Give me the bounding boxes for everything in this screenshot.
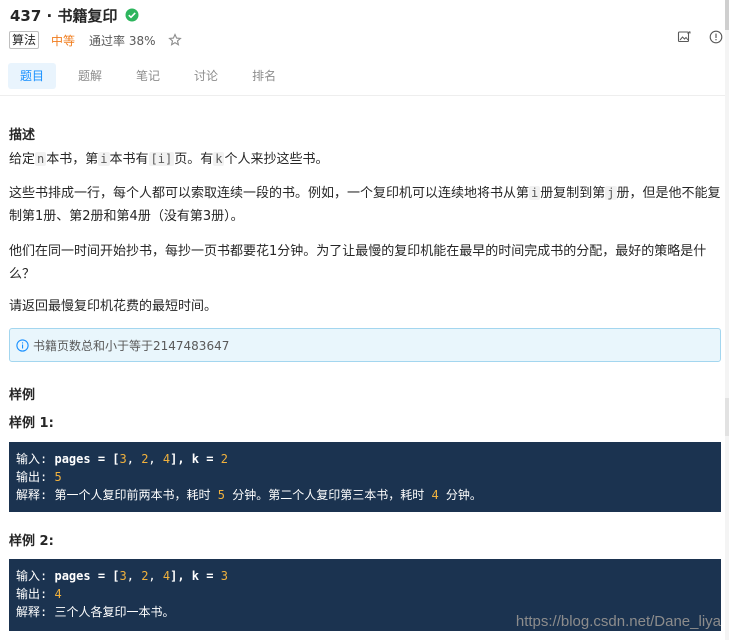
explain-text: 三个人各复印一本书。 bbox=[54, 605, 175, 619]
scrollbar-marker bbox=[725, 398, 729, 436]
watermark: https://blog.csdn.net/Dane_liya bbox=[515, 613, 721, 630]
description-paragraph-2: 这些书排成一行，每个人都可以索取连续一段的书。例如，一个复印机可以连续地将书从第… bbox=[9, 182, 721, 228]
category-tag[interactable]: 算法 bbox=[9, 31, 40, 49]
tab-problem[interactable]: 题目 bbox=[8, 63, 57, 89]
pass-rate: 通过率 38% bbox=[89, 33, 156, 48]
explain-text: 分钟。 bbox=[445, 488, 482, 502]
inline-code: i bbox=[529, 186, 541, 200]
scrollbar-track[interactable] bbox=[725, 0, 729, 640]
constraint-text: 书籍页数总和小于等于2147483647 bbox=[33, 338, 230, 353]
info-icon bbox=[16, 338, 29, 352]
sample-1-input-line: 输入: pages = [3, 2, 4], k = 2 bbox=[16, 452, 228, 466]
samples-heading: 样例 bbox=[9, 388, 36, 403]
number: 2 bbox=[141, 452, 149, 466]
inline-code: j bbox=[605, 186, 617, 200]
sample-2-heading: 样例 2: bbox=[9, 534, 54, 549]
inline-code: [i] bbox=[148, 152, 175, 166]
description-paragraph-3: 他们在同一时间开始抄书，每抄一页书都要花1分钟。为了让最慢的复印机能在最早的时间… bbox=[9, 244, 707, 282]
description-heading: 描述 bbox=[9, 128, 36, 143]
number: 3 bbox=[220, 569, 228, 583]
header-actions bbox=[659, 30, 723, 44]
star-icon[interactable] bbox=[167, 33, 182, 47]
explain-label: 解释: bbox=[16, 488, 48, 502]
text: 本书有 bbox=[109, 152, 149, 167]
input-code: ], k = bbox=[170, 569, 221, 583]
text: 页。有 bbox=[174, 152, 214, 167]
text: 给定 bbox=[9, 152, 36, 167]
problem-title: 437 · 书籍复印 bbox=[10, 6, 118, 25]
tab-discussion[interactable]: 讨论 bbox=[182, 63, 230, 89]
text: 个人来抄这些书。 bbox=[224, 152, 329, 167]
number: 3 bbox=[119, 569, 127, 583]
description-paragraph-4: 请返回最慢复印机花费的最短时间。 bbox=[9, 299, 218, 314]
text: 这些书排成一行，每个人都可以索取连续一段的书。例如，一个复印机可以连续地将书从第 bbox=[9, 186, 530, 201]
solved-check-icon bbox=[125, 8, 139, 22]
number: 4 bbox=[54, 587, 62, 601]
input-label: 输入: bbox=[16, 569, 48, 583]
sample-1-heading: 样例 1: bbox=[9, 416, 54, 431]
tab-solutions[interactable]: 题解 bbox=[66, 63, 114, 89]
number: 3 bbox=[119, 452, 127, 466]
inline-code: n bbox=[35, 152, 47, 166]
inline-code: k bbox=[213, 152, 225, 166]
tab-notes[interactable]: 笔记 bbox=[124, 63, 172, 89]
title-row: 437 · 书籍复印 bbox=[10, 4, 139, 26]
input-label: 输入: bbox=[16, 452, 48, 466]
sample-1-output-line: 输出: 5 bbox=[16, 468, 714, 486]
inline-code: i bbox=[98, 152, 110, 166]
explain-text: 分钟。第二个人复印第三本书，耗时 bbox=[232, 488, 425, 502]
constraint-note: 书籍页数总和小于等于2147483647 bbox=[9, 328, 721, 362]
problem-tabs: 题目 题解 笔记 讨论 排名 bbox=[8, 62, 298, 90]
text: 册复制到第 bbox=[540, 186, 606, 201]
explain-text: 第一个人复印前两本书，耗时 bbox=[54, 488, 211, 502]
scrollbar-thumb[interactable] bbox=[725, 0, 729, 30]
number: 2 bbox=[141, 569, 149, 583]
input-code: pages = [ bbox=[54, 569, 120, 583]
image-icon[interactable] bbox=[677, 30, 691, 44]
output-label: 输出: bbox=[16, 470, 48, 484]
output-label: 输出: bbox=[16, 587, 48, 601]
text: 本书，第 bbox=[46, 152, 99, 167]
number: 5 bbox=[54, 470, 62, 484]
difficulty-label: 中等 bbox=[51, 33, 76, 48]
description-line-1: 给定 n 本书，第 i 本书有 [i] 页。有 k 个人来抄这些书。 bbox=[9, 148, 721, 171]
number: 4 bbox=[431, 488, 439, 502]
sample-1-explain-line: 解释: 第一个人复印前两本书，耗时 5 分钟。第二个人复印第三本书，耗时 4 分… bbox=[16, 486, 714, 504]
report-icon[interactable] bbox=[709, 30, 723, 44]
number: 5 bbox=[217, 488, 225, 502]
meta-row: 算法 中等 通过率 38% bbox=[9, 30, 182, 50]
explain-label: 解释: bbox=[16, 605, 48, 619]
sample-1-code: 输入: pages = [3, 2, 4], k = 2 输出: 5 解释: 第… bbox=[9, 442, 721, 512]
problem-header: 437 · 书籍复印 算法 中等 通过率 38% 题目 题解 笔记 讨论 排名 bbox=[0, 0, 729, 96]
input-code: pages = [ bbox=[54, 452, 120, 466]
number: 2 bbox=[220, 452, 228, 466]
tab-ranking[interactable]: 排名 bbox=[240, 63, 288, 89]
sample-2-input-line: 输入: pages = [3, 2, 4], k = 3 bbox=[16, 569, 228, 583]
sample-2-output-line: 输出: 4 bbox=[16, 585, 714, 603]
input-code: ], k = bbox=[170, 452, 221, 466]
header-divider bbox=[0, 95, 729, 96]
